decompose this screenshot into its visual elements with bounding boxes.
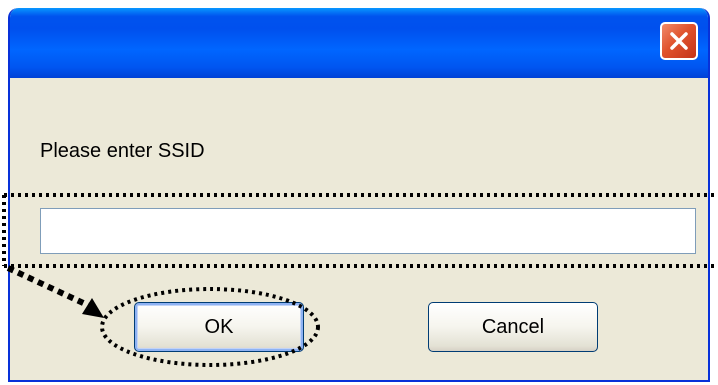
ok-button[interactable]: OK [134, 302, 304, 352]
ssid-prompt-label: Please enter SSID [40, 140, 205, 162]
ssid-input[interactable] [40, 208, 696, 254]
close-button[interactable] [660, 22, 698, 60]
cancel-button[interactable]: Cancel [428, 302, 598, 352]
title-bar[interactable] [10, 8, 708, 78]
screenshot-stage: Please enter SSID OK Cancel [0, 0, 718, 385]
dialog-window: Please enter SSID OK Cancel [8, 8, 710, 382]
close-icon [670, 32, 688, 50]
